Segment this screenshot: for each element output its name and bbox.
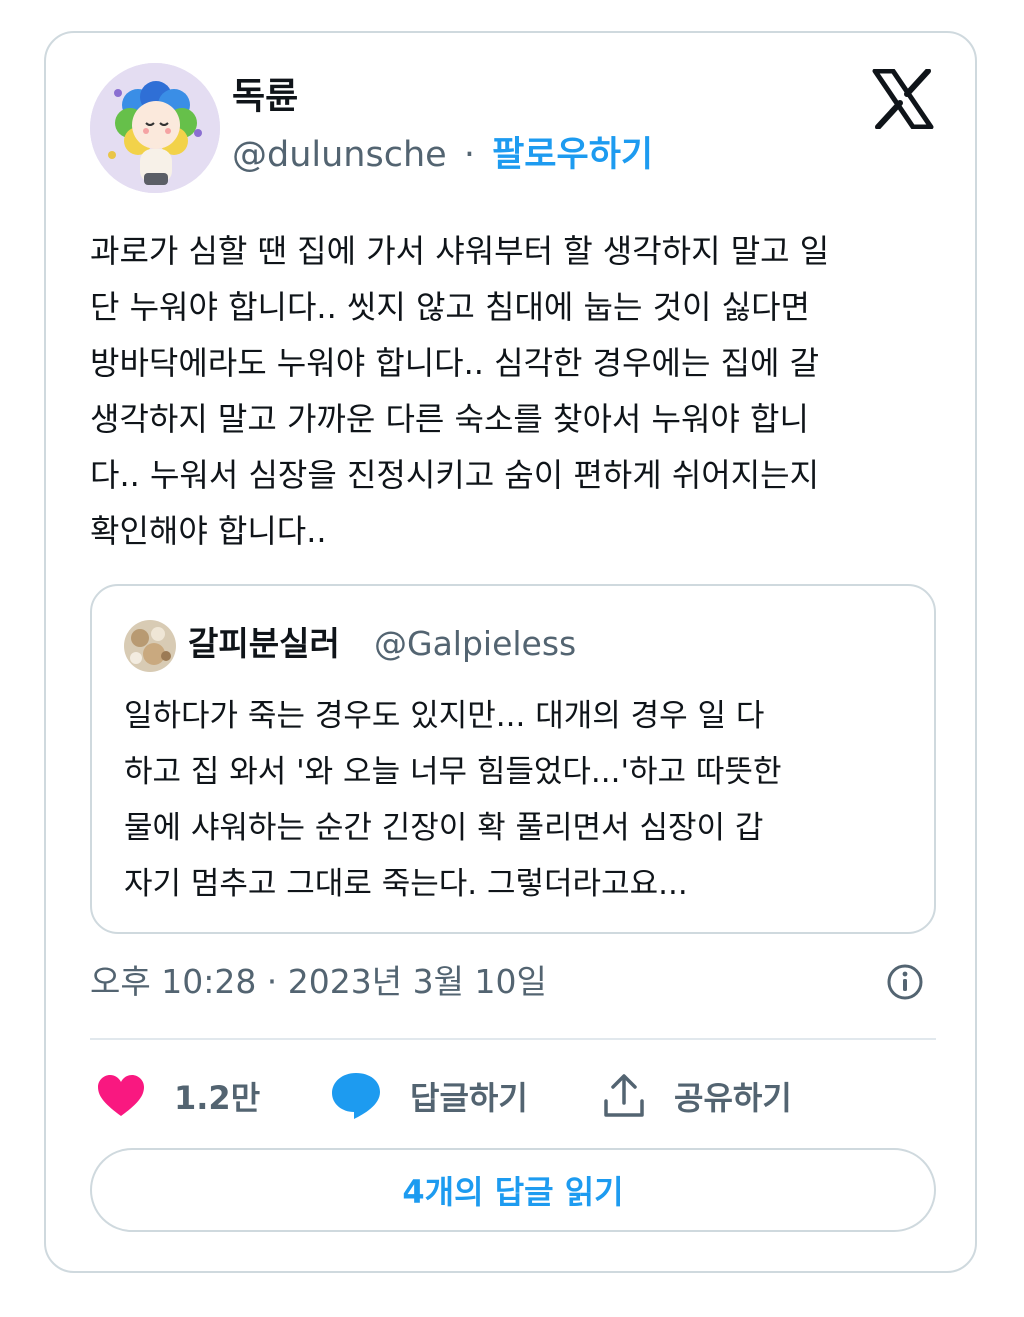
author-avatar[interactable]: [90, 63, 220, 193]
tweet-embed-card: 독륜 @dulunsche · 팔로우하기 과로가 심할 땐 집에 가서 샤워부…: [44, 31, 977, 1273]
info-icon[interactable]: [886, 963, 924, 1001]
food-photo-avatar-icon: [124, 620, 176, 672]
like-button[interactable]: 1.2만: [96, 1068, 260, 1124]
share-upload-icon: [604, 1074, 644, 1117]
reply-button[interactable]: 답글하기: [330, 1068, 528, 1124]
reply-label: 답글하기: [410, 1079, 528, 1117]
quoted-display-name: 갈피분실러: [188, 624, 340, 663]
quoted-tweet-text: 일하다가 죽는 경우도 있지만... 대개의 경우 일 다 하고 집 와서 '와…: [124, 698, 782, 902]
separator-dot: ·: [463, 135, 475, 175]
quoted-tweet[interactable]: 갈피분실러 @Galpieless 일하다가 죽는 경우도 있지만... 대개의…: [90, 584, 936, 934]
share-label: 공유하기: [674, 1079, 792, 1117]
x-logo-icon[interactable]: [872, 68, 934, 130]
flower-character-avatar-icon: [90, 63, 220, 193]
heart-icon: [98, 1075, 144, 1116]
author-display-name[interactable]: 독륜: [232, 75, 298, 119]
read-replies-button[interactable]: 4개의 답글 읽기: [90, 1148, 936, 1232]
divider: [90, 1038, 936, 1040]
like-count: 1.2만: [174, 1079, 261, 1117]
speech-bubble-icon: [332, 1073, 380, 1119]
quoted-author-avatar: [124, 620, 176, 672]
follow-button[interactable]: 팔로우하기: [492, 135, 653, 175]
tweet-timestamp[interactable]: 오후 10:28 · 2023년 3월 10일: [90, 957, 547, 1007]
share-button[interactable]: 공유하기: [602, 1068, 792, 1124]
author-handle-line: @dulunsche · 팔로우하기: [232, 133, 653, 177]
tweet-text: 과로가 심할 땐 집에 가서 샤워부터 할 생각하지 말고 일 단 누워야 합니…: [90, 232, 830, 550]
quoted-handle: @Galpieless: [374, 624, 577, 663]
author-handle[interactable]: @dulunsche: [232, 135, 447, 175]
